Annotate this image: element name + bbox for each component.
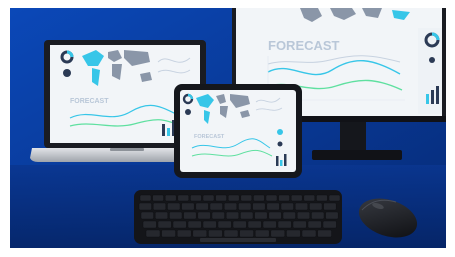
keyboard-key (211, 211, 225, 220)
keyboard-key (140, 211, 154, 220)
keyboard-key (190, 194, 202, 202)
keyboard-key (317, 229, 332, 238)
keyboard-spacebar (200, 238, 276, 242)
keyboard-key (240, 211, 254, 220)
keyboard-key (322, 220, 337, 229)
keyboard-key (202, 194, 215, 202)
keyboard-key (139, 194, 152, 202)
keyboard-key (238, 202, 252, 211)
keyboard-key (323, 202, 337, 211)
keyboard-key (286, 229, 301, 238)
keyboard-key (164, 194, 177, 202)
keyboard-key (252, 202, 266, 211)
keyboard-key (328, 194, 341, 202)
keyboard-key (265, 194, 278, 202)
keyboard-key (181, 202, 195, 211)
keyboard-key (202, 220, 217, 229)
monitor-stand-neck (340, 122, 366, 152)
keyboard-key (187, 220, 202, 229)
keyboard-key (215, 194, 227, 202)
keyboard-key (138, 202, 152, 211)
keyboard-key (217, 220, 232, 229)
keyboard-key (278, 194, 290, 202)
keyboard-key (307, 220, 322, 229)
monitor-stand-base (312, 150, 402, 160)
keyboard-key (309, 202, 323, 211)
keyboard-key (157, 220, 172, 229)
keyboard-key (142, 220, 157, 229)
keyboard-key (227, 194, 240, 202)
keyboard-key (240, 194, 253, 202)
keyboard-key (254, 211, 268, 220)
keyboard-key (177, 194, 190, 202)
keyboard-key (311, 211, 325, 220)
keyboard-key (292, 220, 307, 229)
keyboard-key (262, 220, 277, 229)
keyboard-key (183, 211, 197, 220)
tablet: FORECAST (174, 84, 302, 178)
keyboard-key (208, 229, 223, 238)
keyboard-key (303, 194, 315, 202)
keyboard-key (223, 202, 237, 211)
keyboard-key (169, 211, 183, 220)
keyboard (134, 190, 342, 244)
tablet-forecast-heading: FORECAST (194, 134, 225, 140)
keyboard-key (145, 229, 161, 238)
keyboard-key (167, 202, 181, 211)
keyboard-key (161, 229, 176, 238)
keyboard-key (192, 229, 208, 238)
keyboard-key (225, 211, 239, 220)
keyboard-key (270, 229, 285, 238)
keyboard-key (232, 220, 247, 229)
keyboard-key (316, 194, 328, 202)
keyboard-key (280, 202, 294, 211)
keyboard-key (301, 229, 317, 238)
keyboard-key (172, 220, 187, 229)
keyboard-key (266, 202, 280, 211)
keyboard-key (277, 220, 292, 229)
keyboard-key (176, 229, 192, 238)
keyboard-key (253, 194, 265, 202)
keyboard-key (154, 211, 168, 220)
product-scene: FORECAST FORECAST FORECAST (0, 0, 455, 257)
keyboard-key (295, 202, 309, 211)
keyboard-key (239, 229, 254, 238)
keyboard-key (195, 202, 209, 211)
keyboard-key (223, 229, 239, 238)
keyboard-key (268, 211, 282, 220)
keyboard-key (282, 211, 296, 220)
keyboard-key (247, 220, 262, 229)
keyboard-key (152, 202, 166, 211)
keyboard-key (209, 202, 223, 211)
keyboard-key (152, 194, 164, 202)
keyboard-key (297, 211, 311, 220)
keyboard-key (197, 211, 211, 220)
keyboard-key (254, 229, 270, 238)
laptop-forecast-heading: FORECAST (70, 98, 109, 105)
monitor-sidebar (418, 28, 442, 114)
keyboard-key (325, 211, 339, 220)
monitor-forecast-heading: FORECAST (268, 38, 340, 53)
keyboard-key (291, 194, 303, 202)
